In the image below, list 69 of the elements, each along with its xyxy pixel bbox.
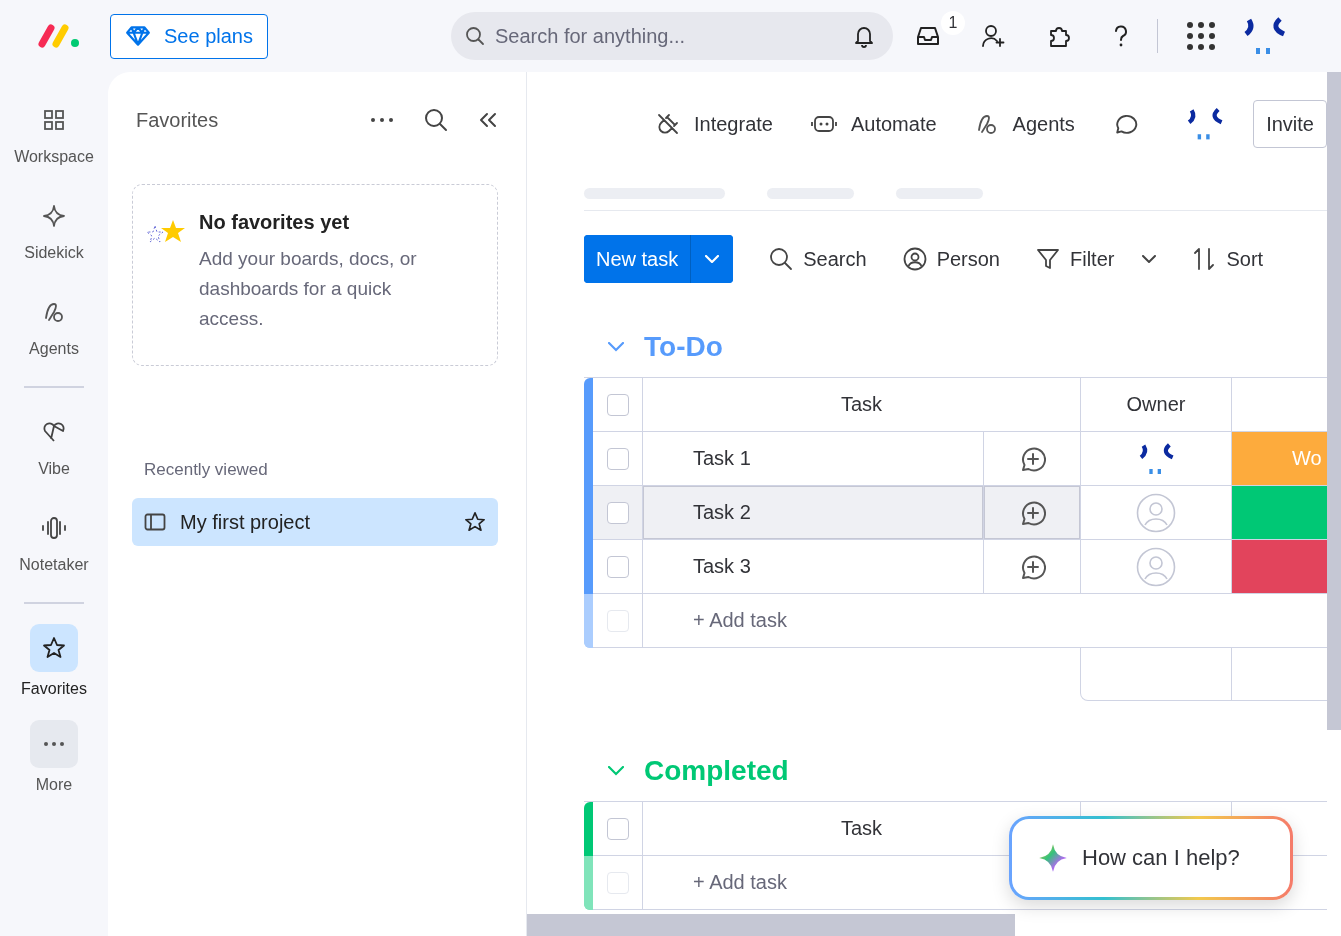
empty-state-text: Add your boards, docs, or dashboards for a quick access. — [199, 247, 418, 331]
rail-item[interactable]: Sidekick — [0, 192, 108, 288]
task-name[interactable]: Task 2 — [643, 486, 984, 539]
new-task-button[interactable]: New task — [584, 235, 692, 283]
checkbox[interactable] — [606, 555, 629, 578]
toolbar-button[interactable]: Search — [769, 247, 867, 271]
checkbox[interactable] — [606, 817, 629, 840]
caret-icon — [705, 255, 720, 263]
bell-icon[interactable] — [853, 24, 875, 48]
notification-badge: 1 — [941, 11, 965, 35]
rail-item[interactable]: Notetaker — [0, 504, 108, 600]
sort-icon — [1192, 247, 1217, 271]
star-icon[interactable] — [464, 511, 486, 533]
filter-icon — [1036, 247, 1060, 271]
invite-button[interactable]: Invite — [1253, 100, 1327, 148]
checkbox[interactable] — [606, 447, 629, 470]
search-field[interactable]: Search for anything... — [493, 23, 845, 49]
heart-icon — [42, 421, 66, 443]
more-icon — [43, 741, 65, 747]
toolbar-button[interactable]: Filter — [1036, 247, 1157, 271]
toolbar-button[interactable]: Agents — [974, 112, 1075, 136]
apps-grid-icon[interactable] — [1186, 21, 1216, 51]
rail-item[interactable]: Workspace — [0, 96, 108, 192]
task-name[interactable]: Task 1 — [643, 432, 984, 485]
toolbar-button[interactable]: Sort — [1192, 247, 1264, 271]
rail-item[interactable]: More — [0, 720, 108, 816]
rail-item[interactable]: Agents — [0, 288, 108, 384]
search-icon[interactable] — [424, 108, 448, 132]
add-task-button[interactable]: + Add task — [643, 594, 787, 647]
search-icon — [769, 247, 794, 271]
person-icon — [902, 247, 927, 271]
section-heading: Recently viewed — [144, 460, 269, 480]
see-plans-button[interactable]: See plans — [110, 13, 268, 59]
inbox-icon[interactable] — [915, 25, 941, 47]
panel-title: Favorites — [136, 108, 220, 132]
toolbar-button[interactable]: Integrate — [656, 112, 773, 136]
search-bar[interactable]: Search for anything... — [451, 12, 893, 60]
star-icon — [42, 636, 66, 660]
robot-icon — [810, 113, 837, 135]
sparkle-icon — [42, 204, 66, 228]
chevron-icon[interactable] — [608, 342, 624, 352]
assistant-prompt[interactable]: How can I help? — [1009, 816, 1293, 900]
recent-board-item[interactable]: My first project — [132, 498, 498, 546]
empty-state-title: No favorites yet — [199, 211, 351, 234]
diamond-icon — [125, 25, 151, 47]
invite-user-icon[interactable] — [981, 24, 1007, 48]
scrollbar[interactable] — [527, 914, 1015, 936]
task-name[interactable]: Task 3 — [643, 540, 984, 593]
add-task-button[interactable]: + Add task — [643, 856, 787, 909]
board-icon — [144, 513, 166, 531]
plug-icon — [656, 112, 680, 136]
more-icon[interactable] — [370, 117, 394, 123]
checkbox[interactable] — [606, 501, 629, 524]
toolbar-button[interactable]: Automate — [810, 112, 937, 136]
checkbox[interactable] — [606, 393, 629, 416]
toolbar-button[interactable]: Person — [902, 247, 1000, 271]
scrollbar[interactable] — [1327, 72, 1341, 730]
rail-item[interactable]: Favorites — [0, 624, 108, 720]
rail-item[interactable]: Vibe — [0, 408, 108, 504]
column-header: Owner — [1081, 378, 1232, 431]
sparkle-icon — [1038, 843, 1068, 873]
help-icon[interactable] — [1113, 24, 1129, 48]
sound-wave-icon — [41, 516, 67, 540]
agents-icon — [42, 300, 66, 324]
search-icon — [465, 26, 485, 46]
caret-icon — [1142, 255, 1157, 263]
column-header: Task — [643, 378, 1081, 431]
collapse-icon[interactable] — [478, 112, 498, 128]
grid-icon — [43, 109, 65, 131]
